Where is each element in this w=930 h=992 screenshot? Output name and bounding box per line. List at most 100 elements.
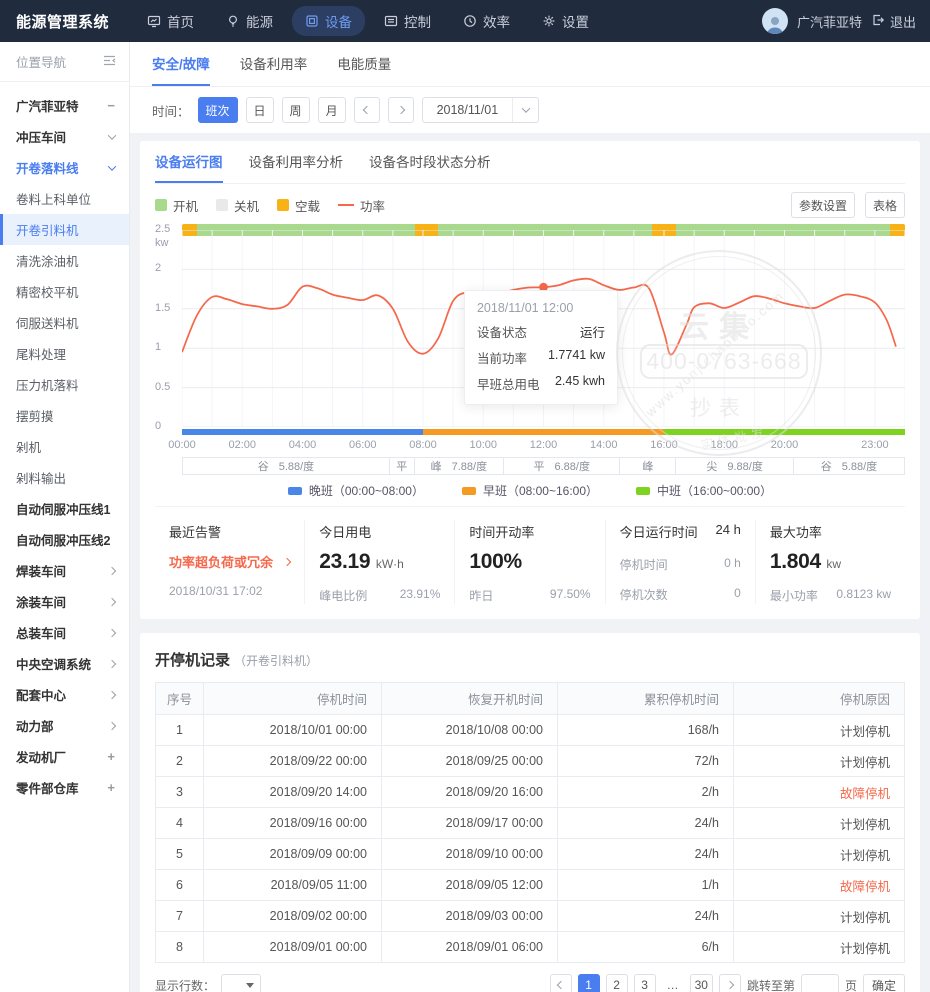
stat-max-power: 最大功率 1.804 kw 最小功率0.8123 kw <box>755 520 905 604</box>
sidebar-item[interactable]: 尾料处理 <box>0 338 129 369</box>
nav-label: 设置 <box>562 11 589 31</box>
sidebar-item[interactable]: 广汽菲亚特− <box>0 90 129 121</box>
sidebar-item[interactable]: 配套中心 <box>0 679 129 710</box>
shift-segment <box>182 429 423 435</box>
prev-page-button[interactable] <box>550 974 572 992</box>
date-picker[interactable]: 2018/11/01 <box>422 97 540 123</box>
x-tick-label: 06:00 <box>349 439 377 451</box>
sidebar-item[interactable]: 涂装车间 <box>0 586 129 617</box>
table-row[interactable]: 12018/10/01 00:002018/10/08 00:00168/h计划… <box>156 715 905 746</box>
y-axis: 2.5 kw 2 1.5 1 0.5 0 <box>155 224 182 436</box>
table-row[interactable]: 82018/09/01 00:002018/09/01 06:006/h计划停机 <box>156 932 905 963</box>
sidebar-item[interactable]: 冲压车间 <box>0 121 129 152</box>
tab-power-quality[interactable]: 电能质量 <box>337 42 391 86</box>
collapse-sidebar-icon[interactable] <box>103 55 116 69</box>
alarm-message-link[interactable]: 功率超负荷或冗余 <box>169 552 290 571</box>
sidebar-item-label: 剁料输出 <box>16 468 66 487</box>
chevron-right-icon <box>108 721 116 729</box>
user-name[interactable]: 广汽菲亚特 <box>797 12 862 31</box>
sidebar-item[interactable]: 焊装车间 <box>0 555 129 586</box>
legend-item: 开机 <box>155 196 198 215</box>
stop-start-record-card: 开停机记录（开卷引料机） 序号 停机时间 恢复开机时间 累积停机时间 停机原因 … <box>140 633 920 992</box>
sidebar-item[interactable]: 摆剪摸 <box>0 400 129 431</box>
stop-reason: 故障停机 <box>734 777 905 808</box>
page-button[interactable]: 1 <box>578 974 600 992</box>
tab-device-utilization[interactable]: 设备利用率 <box>240 42 308 86</box>
sidebar-item[interactable]: 自动伺服冲压线2 <box>0 524 129 555</box>
tooltip-time: 2018/11/01 12:00 <box>477 301 605 315</box>
period-week-button[interactable]: 周 <box>282 97 310 123</box>
date-next-button[interactable] <box>388 97 414 123</box>
nav-item-device[interactable]: 设备 <box>292 6 365 36</box>
top-navbar: 能源管理系统 首页 能源 设备 控制 效率 设置 广汽菲亚特 退出 <box>0 0 930 42</box>
legend-item: 功率 <box>338 196 385 215</box>
tab-run-chart[interactable]: 设备运行图 <box>155 141 223 183</box>
nav-item-control[interactable]: 控制 <box>371 6 444 36</box>
table-row[interactable]: 42018/09/16 00:002018/09/17 00:0024/h计划停… <box>156 808 905 839</box>
chevron-left-icon <box>556 981 564 989</box>
sidebar-item[interactable]: 发动机厂 + <box>0 741 129 772</box>
sidebar-item[interactable]: 开卷落料线 <box>0 152 129 183</box>
jump-page-input[interactable] <box>801 974 839 992</box>
nav-item-efficiency[interactable]: 效率 <box>450 6 523 36</box>
chevron-right-icon <box>108 659 116 667</box>
period-shift-button[interactable]: 班次 <box>198 97 238 123</box>
parameter-settings-button[interactable]: 参数设置 <box>791 192 855 218</box>
stop-reason: 故障停机 <box>734 870 905 901</box>
table-row[interactable]: 22018/09/22 00:002018/09/25 00:0072/h计划停… <box>156 746 905 777</box>
sidebar-item-label: 精密校平机 <box>16 282 79 301</box>
sidebar-item[interactable]: 剁机 <box>0 431 129 462</box>
rows-per-page-select[interactable] <box>221 974 261 992</box>
sidebar-header-label: 位置导航 <box>16 52 66 71</box>
page-button[interactable]: 2 <box>606 974 628 992</box>
time-label: 时间： <box>152 101 190 120</box>
chevron-down-icon <box>108 162 116 170</box>
jump-confirm-button[interactable]: 确定 <box>863 974 905 992</box>
sidebar-item[interactable]: 卷料上科单位 <box>0 183 129 214</box>
sidebar-item[interactable]: 伺服送料机 <box>0 307 129 338</box>
sidebar-item[interactable]: 精密校平机 <box>0 276 129 307</box>
sidebar-item[interactable]: 中央空调系统 <box>0 648 129 679</box>
sidebar-item-label: 摆剪摸 <box>16 406 54 425</box>
plus-icon: + <box>107 749 115 764</box>
page-button[interactable]: 3 <box>634 974 656 992</box>
tab-utilization-analysis[interactable]: 设备利用率分析 <box>249 141 344 183</box>
sidebar-item[interactable]: 剁料输出 <box>0 462 129 493</box>
sidebar-item-label: 清洗涂油机 <box>16 251 79 270</box>
tab-period-status-analysis[interactable]: 设备各时段状态分析 <box>369 141 491 183</box>
sidebar-item[interactable]: 零件部仓库+ <box>0 772 129 803</box>
page-button[interactable]: 30 <box>690 974 713 992</box>
next-page-button[interactable] <box>719 974 741 992</box>
tariff-price-bar: 谷5.88/度平峰7.88/度平6.88/度峰尖9.88/度谷5.88/度 <box>182 457 905 475</box>
date-prev-button[interactable] <box>354 97 380 123</box>
period-month-button[interactable]: 月 <box>318 97 346 123</box>
tab-safety-fault[interactable]: 安全/故障 <box>152 42 210 86</box>
nav-item-home[interactable]: 首页 <box>134 6 207 36</box>
table-view-button[interactable]: 表格 <box>865 192 905 218</box>
table-row[interactable]: 32018/09/20 14:002018/09/20 16:002/h故障停机 <box>156 777 905 808</box>
x-tick-label: 02:00 <box>228 439 256 451</box>
nav-label: 设备 <box>325 11 352 31</box>
sidebar-item-label: 压力机落料 <box>16 375 79 394</box>
clock-icon <box>463 14 477 28</box>
nav-label: 能源 <box>246 11 273 31</box>
sidebar-item[interactable]: 总装车间 <box>0 617 129 648</box>
sidebar-item[interactable]: 压力机落料 <box>0 369 129 400</box>
logout-icon <box>871 13 885 30</box>
sidebar-item-label: 发动机厂 <box>16 747 66 766</box>
sidebar-item[interactable]: 动力部 <box>0 710 129 741</box>
table-row[interactable]: 52018/09/09 00:002018/09/10 00:0024/h计划停… <box>156 839 905 870</box>
sidebar-item[interactable]: 清洗涂油机 <box>0 245 129 276</box>
user-avatar[interactable] <box>762 8 788 34</box>
table-row[interactable]: 62018/09/05 11:002018/09/05 12:001/h故障停机 <box>156 870 905 901</box>
nav-item-energy[interactable]: 能源 <box>213 6 286 36</box>
period-day-button[interactable]: 日 <box>246 97 274 123</box>
sidebar-item[interactable]: 开卷引料机 <box>0 214 129 245</box>
device-run-chart-card: 设备运行图 设备利用率分析 设备各时段状态分析 开机关机空载功率 参数设置 表格… <box>140 141 920 619</box>
chevron-down-icon <box>512 98 538 122</box>
table-row[interactable]: 72018/09/02 00:002018/09/03 00:0024/h计划停… <box>156 901 905 932</box>
logout-button[interactable]: 退出 <box>871 12 916 31</box>
sidebar-item[interactable]: 自动伺服冲压线1 <box>0 493 129 524</box>
nav-item-settings[interactable]: 设置 <box>529 6 602 36</box>
x-tick-label: 20:00 <box>771 439 799 451</box>
